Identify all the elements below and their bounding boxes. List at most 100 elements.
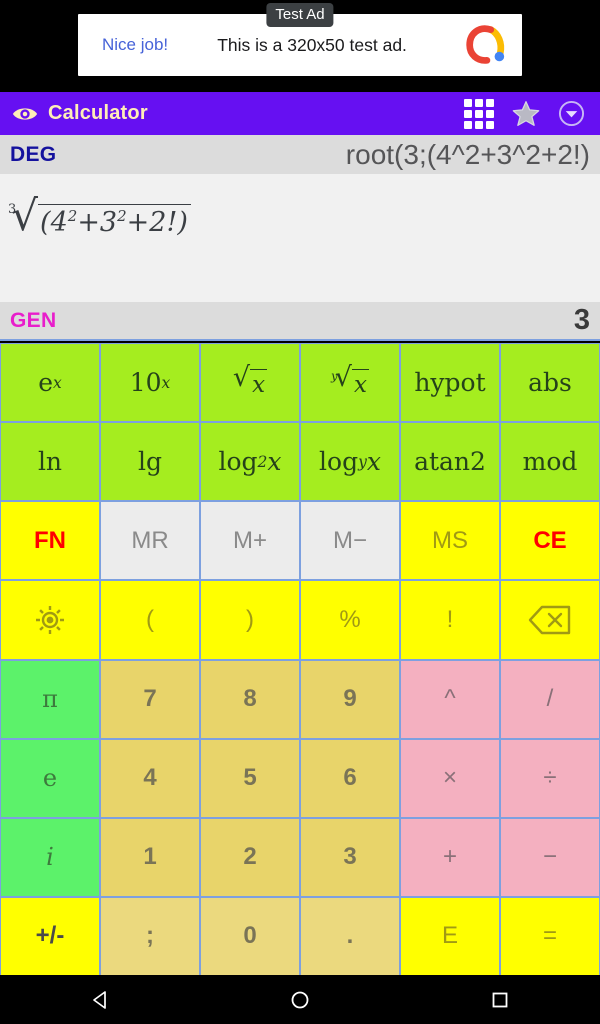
key-mr-label: MR [131, 526, 169, 554]
key-9[interactable]: 9 [301, 660, 399, 738]
key-9-label: 9 [343, 685, 357, 713]
radicand-part-2: +3 [77, 207, 118, 238]
grid-icon[interactable] [464, 98, 494, 129]
key-8[interactable]: 8 [201, 660, 299, 738]
key-ms-label: MS [432, 526, 468, 554]
key-factorial-label: ! [446, 605, 454, 633]
key-exp-e-sup: x [53, 373, 62, 392]
key-m-plus-label: M+ [232, 526, 267, 554]
ad-banner-zone: Nice job! This is a 320x50 test ad. Test… [0, 0, 600, 90]
key-m-plus[interactable]: M+ [201, 502, 299, 580]
radicand-part-1: (4 [40, 207, 68, 238]
key-fn[interactable]: FN [1, 502, 99, 580]
key-fn-label: FN [34, 526, 66, 554]
radicand-exponent-2: 2 [117, 207, 127, 225]
key-percent-label: % [339, 605, 361, 633]
key-paren-open[interactable]: ( [101, 581, 199, 659]
key-log2-sub: 2 [257, 452, 268, 471]
key-decimal[interactable]: . [301, 897, 399, 975]
key-multiply[interactable]: × [401, 739, 499, 817]
angle-mode-badge[interactable]: DEG [10, 143, 56, 167]
key-exp-e[interactable]: ex [1, 344, 99, 422]
key-percent[interactable]: % [301, 581, 399, 659]
key-hypot-label: hypot [414, 368, 486, 398]
key-1[interactable]: 1 [101, 818, 199, 896]
key-pi[interactable]: π [1, 660, 99, 738]
radicand-exponent-1: 2 [67, 207, 78, 225]
key-logy-tail: x [366, 447, 381, 477]
key-lg-label: lg [138, 447, 162, 477]
key-5-label: 5 [243, 764, 257, 792]
key-exponent[interactable]: E [401, 897, 499, 975]
key-decimal-label: . [346, 922, 354, 950]
key-mod-label: mod [522, 447, 578, 477]
pretty-math-expression: 3 √ (42+32+2!) [8, 194, 191, 238]
key-abs-label: abs [528, 368, 572, 398]
key-2-label: 2 [243, 843, 257, 871]
key-paren-close-label: ) [246, 605, 254, 633]
key-4-label: 4 [143, 764, 157, 792]
nav-home-button[interactable] [270, 975, 330, 1024]
key-plus-label: + [442, 843, 457, 871]
key-atan2[interactable]: atan2 [401, 423, 499, 501]
key-ln[interactable]: ln [1, 423, 99, 501]
chevron-down-circle-icon[interactable] [558, 100, 585, 127]
key-0[interactable]: 0 [201, 897, 299, 975]
key-nth-root[interactable]: y √ x [301, 344, 399, 422]
key-hypot[interactable]: hypot [401, 344, 499, 422]
key-abs[interactable]: abs [501, 344, 599, 422]
key-m-minus[interactable]: M− [301, 502, 399, 580]
number-mode-badge[interactable]: GEN [10, 309, 56, 333]
key-power[interactable]: ^ [401, 660, 499, 738]
key-7[interactable]: 7 [101, 660, 199, 738]
result-value: 3 [573, 304, 590, 336]
key-sign-label: +/- [35, 922, 65, 950]
key-factorial[interactable]: ! [401, 581, 499, 659]
key-logy[interactable]: log y x [301, 423, 399, 501]
key-divide-label: ÷ [543, 764, 557, 792]
key-3[interactable]: 3 [301, 818, 399, 896]
key-divide[interactable]: ÷ [501, 739, 599, 817]
key-5[interactable]: 5 [201, 739, 299, 817]
key-exp-10[interactable]: 10 x [101, 344, 199, 422]
key-lg[interactable]: lg [101, 423, 199, 501]
key-euler-e-label: e [42, 764, 58, 793]
radical-symbol: 3 √ (42+32+2!) [8, 194, 191, 238]
key-paren-close[interactable]: ) [201, 581, 299, 659]
key-imaginary[interactable]: i [1, 818, 99, 896]
key-exponent-label: E [441, 922, 458, 950]
key-semicolon[interactable]: ; [101, 897, 199, 975]
key-7-label: 7 [143, 685, 157, 713]
key-ms[interactable]: MS [401, 502, 499, 580]
key-plus[interactable]: + [401, 818, 499, 896]
recents-square-icon [492, 992, 508, 1007]
key-mr[interactable]: MR [101, 502, 199, 580]
key-sign[interactable]: +/- [1, 897, 99, 975]
key-settings[interactable] [1, 581, 99, 659]
ad-cta-link[interactable]: Nice job! [102, 35, 168, 55]
key-log2[interactable]: log 2 x [201, 423, 299, 501]
key-log2-label: log [218, 447, 258, 477]
sqrt-glyph: √ x [232, 362, 268, 399]
eye-icon[interactable] [11, 104, 39, 124]
result-bar: GEN 3 [0, 302, 600, 341]
key-minus[interactable]: − [501, 818, 599, 896]
key-6[interactable]: 6 [301, 739, 399, 817]
key-slash[interactable]: / [501, 660, 599, 738]
key-log2-tail: x [267, 447, 282, 477]
key-equals[interactable]: = [501, 897, 599, 975]
key-ln-label: ln [37, 447, 63, 477]
key-2[interactable]: 2 [201, 818, 299, 896]
key-backspace[interactable] [501, 581, 599, 659]
star-icon[interactable] [511, 99, 541, 128]
key-euler-e[interactable]: e [1, 739, 99, 817]
home-circle-icon [291, 991, 309, 1008]
key-power-label: ^ [444, 685, 456, 713]
nav-recents-button[interactable] [470, 975, 530, 1024]
key-ce[interactable]: CE [501, 502, 599, 580]
phone-screen: Nice job! This is a 320x50 test ad. Test… [0, 0, 600, 1024]
nav-back-button[interactable] [70, 975, 130, 1024]
key-mod[interactable]: mod [501, 423, 599, 501]
key-sqrt[interactable]: √ x [201, 344, 299, 422]
key-4[interactable]: 4 [101, 739, 199, 817]
